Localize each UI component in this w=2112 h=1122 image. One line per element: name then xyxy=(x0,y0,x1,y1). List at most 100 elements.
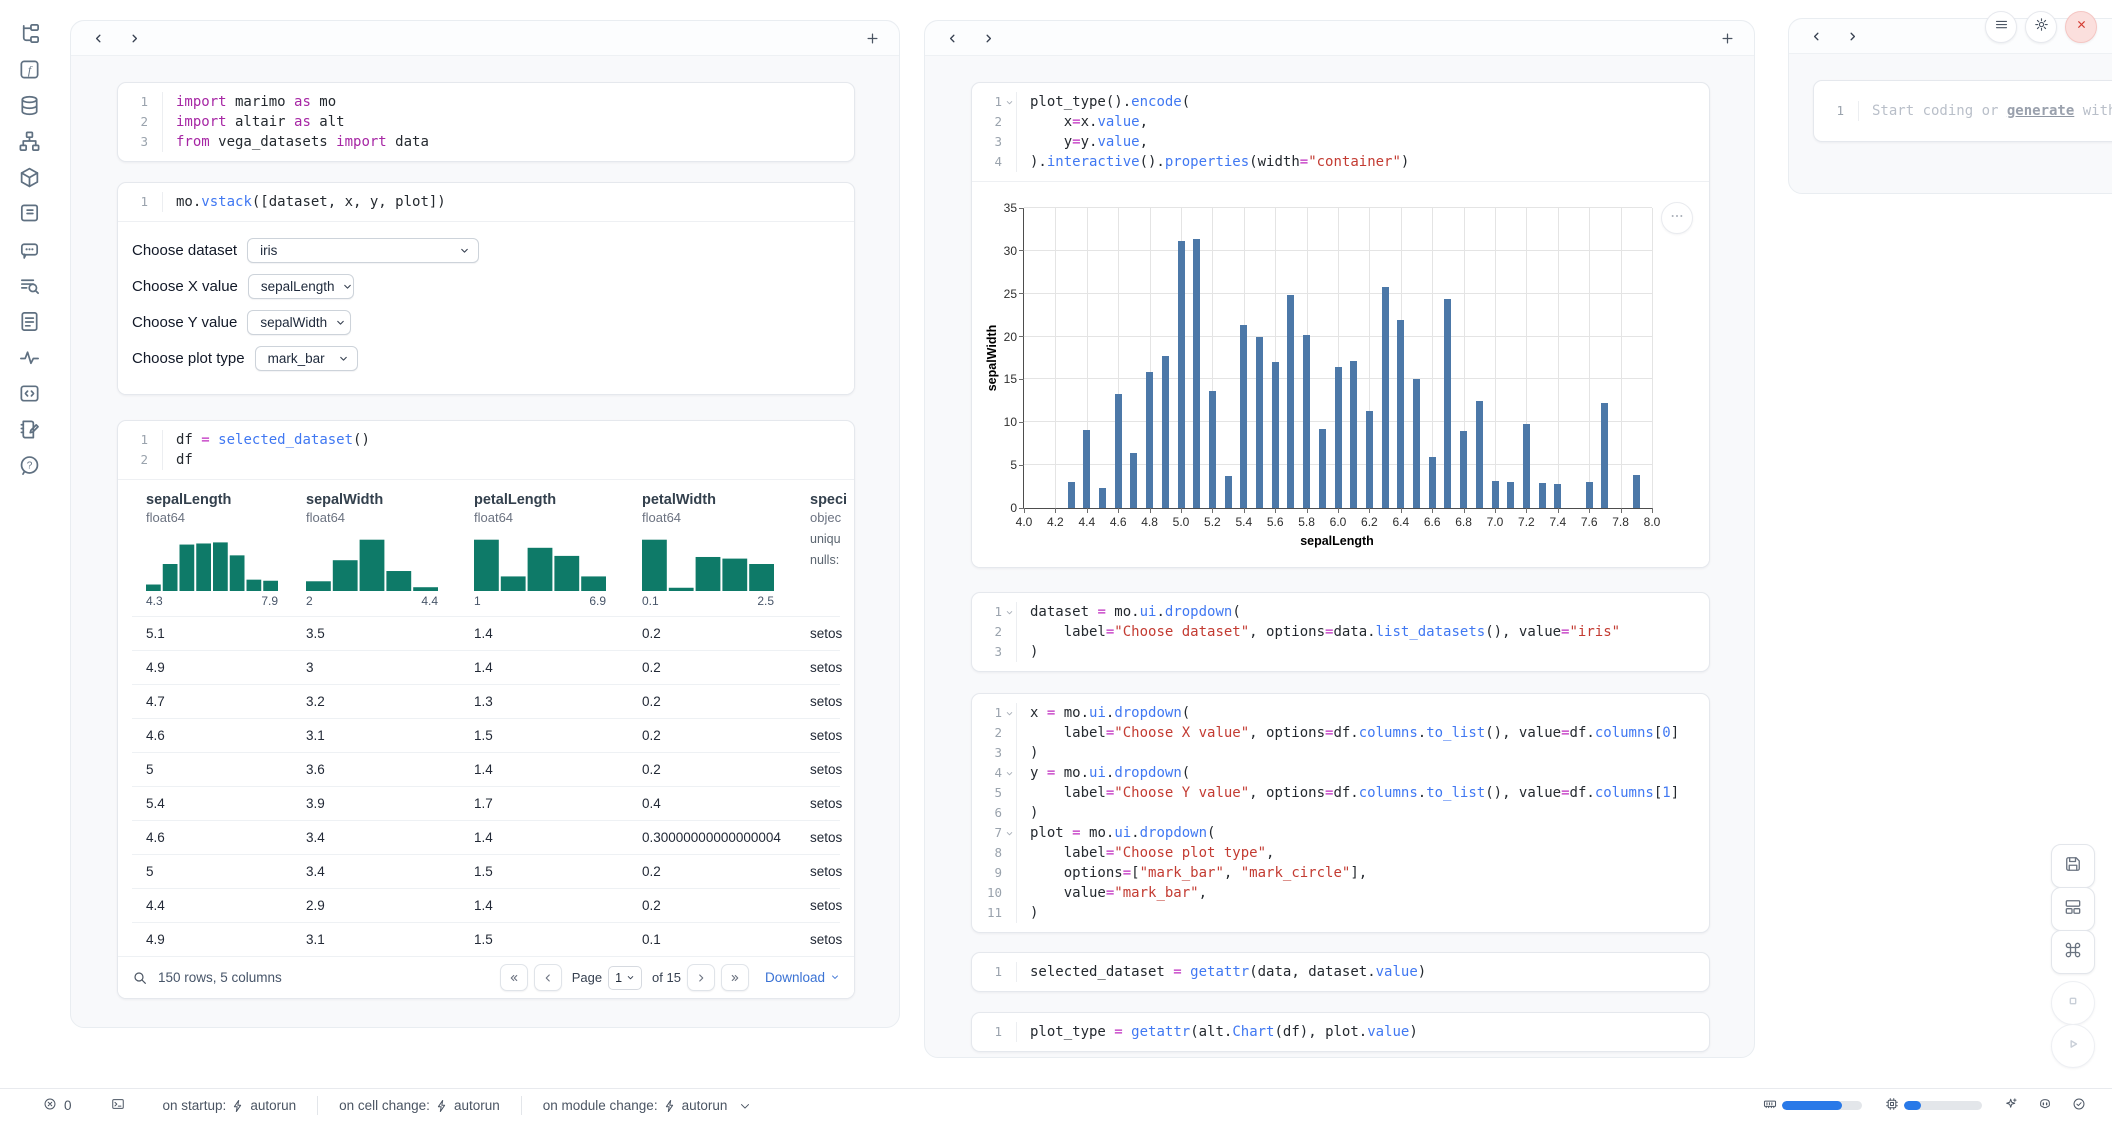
chart-bar[interactable] xyxy=(1146,372,1153,508)
chart-bar[interactable] xyxy=(1209,391,1216,508)
functions-icon[interactable]: f xyxy=(11,51,47,87)
chevron-right-icon[interactable] xyxy=(977,27,999,49)
errors-indicator[interactable]: 0 xyxy=(38,1097,72,1114)
run-button[interactable] xyxy=(2051,1024,2095,1068)
save-button[interactable] xyxy=(2051,844,2095,888)
fold-chevron-icon[interactable] xyxy=(1002,602,1016,622)
chart-bar[interactable] xyxy=(1256,337,1263,508)
code-editor[interactable]: 1df = selected_dataset()2df xyxy=(118,421,854,479)
chart-bar[interactable] xyxy=(1319,429,1326,508)
menu-button[interactable] xyxy=(1985,11,2017,43)
chart-bar[interactable] xyxy=(1162,356,1169,508)
fold-chevron-icon[interactable] xyxy=(1002,92,1016,112)
next-page-button[interactable] xyxy=(687,964,715,991)
chart-bar[interactable] xyxy=(1335,367,1342,508)
column-header-sepalLength[interactable]: sepalLengthfloat644.37.9 xyxy=(132,492,292,608)
chart-bar[interactable] xyxy=(1303,335,1310,508)
help-icon[interactable]: ? xyxy=(11,447,47,483)
chart-bar[interactable] xyxy=(1382,287,1389,508)
dropdown-0[interactable]: iris xyxy=(247,238,479,263)
chart-bar[interactable] xyxy=(1397,320,1404,508)
column-header-speci[interactable]: speciobjecuniqunulls: xyxy=(796,492,844,608)
chart-bar[interactable] xyxy=(1225,476,1232,508)
stop-button[interactable] xyxy=(2051,981,2095,1025)
dropdown-3[interactable]: mark_bar xyxy=(255,346,358,371)
download-button[interactable]: Download xyxy=(765,970,840,985)
chart-bar[interactable] xyxy=(1523,424,1530,508)
packages-icon[interactable] xyxy=(11,159,47,195)
column-header-sepalWidth[interactable]: sepalWidthfloat6424.4 xyxy=(292,492,460,608)
add-cell-icon[interactable] xyxy=(861,27,883,49)
copilot-button[interactable] xyxy=(2033,1097,2050,1114)
code-editor[interactable]: 1plot_type().encode(2 x=x.value,3 y=y.va… xyxy=(972,83,1709,181)
chart-bar[interactable] xyxy=(1460,431,1467,508)
dropdown-1[interactable]: sepalLength xyxy=(248,274,354,299)
runtime-config-1[interactable]: on cell change:autorun xyxy=(339,1098,500,1113)
chart-bar[interactable] xyxy=(1083,430,1090,508)
chart-menu-button[interactable] xyxy=(1661,202,1693,234)
keyboard-shortcuts-button[interactable] xyxy=(2051,930,2095,974)
generate-link[interactable]: generate xyxy=(2007,103,2074,119)
scratchpad-icon[interactable] xyxy=(11,411,47,447)
code-editor[interactable]: 1import marimo as mo2import altair as al… xyxy=(118,83,854,161)
column-header-petalWidth[interactable]: petalWidthfloat640.12.5 xyxy=(628,492,796,608)
chart-bar[interactable] xyxy=(1601,403,1608,508)
chart-plot-area[interactable]: 4.04.24.44.64.85.05.25.45.65.86.06.26.46… xyxy=(1023,208,1652,509)
code-editor[interactable]: 1plot_type = getattr(alt.Chart(df), plot… xyxy=(972,1013,1709,1051)
code-editor[interactable]: 1mo.vstack([dataset, x, y, plot]) xyxy=(118,183,854,221)
page-select[interactable]: 1 xyxy=(608,966,642,990)
documentation-icon[interactable] xyxy=(11,303,47,339)
chart-bar[interactable] xyxy=(1115,394,1122,508)
runtime-config-2[interactable]: on module change:autorun xyxy=(543,1098,758,1113)
code-editor-empty[interactable]: 1 Start coding or generate with xyxy=(1814,101,2112,121)
chevron-left-icon[interactable] xyxy=(87,27,109,49)
chart-bar[interactable] xyxy=(1492,481,1499,508)
dropdown-2[interactable]: sepalWidth xyxy=(247,310,351,335)
chart-bar[interactable] xyxy=(1287,295,1294,508)
fold-chevron-icon[interactable] xyxy=(1002,823,1016,843)
fold-chevron-icon[interactable] xyxy=(1002,763,1016,783)
scripts-icon[interactable] xyxy=(11,195,47,231)
tracing-icon[interactable] xyxy=(11,339,47,375)
search-icon[interactable] xyxy=(132,970,148,986)
snippets-icon[interactable] xyxy=(11,375,47,411)
check-circle-button[interactable] xyxy=(2067,1097,2084,1114)
chart-bar[interactable] xyxy=(1240,325,1247,508)
layout-button[interactable] xyxy=(2051,887,2095,931)
runtime-config-0[interactable]: on startup:autorun xyxy=(163,1098,297,1113)
chat-icon[interactable] xyxy=(11,231,47,267)
chart-bar[interactable] xyxy=(1444,299,1451,508)
prev-page-button[interactable] xyxy=(534,964,562,991)
database-icon[interactable] xyxy=(11,87,47,123)
chart-bar[interactable] xyxy=(1068,482,1075,508)
chart-bar[interactable] xyxy=(1476,401,1483,508)
code-editor[interactable]: 1selected_dataset = getattr(data, datase… xyxy=(972,953,1709,991)
chart-bar[interactable] xyxy=(1507,482,1514,508)
column-header-petalLength[interactable]: petalLengthfloat6416.9 xyxy=(460,492,628,608)
close-button[interactable] xyxy=(2065,11,2097,43)
chart-bar[interactable] xyxy=(1099,488,1106,508)
chart-bar[interactable] xyxy=(1539,483,1546,508)
first-page-button[interactable] xyxy=(500,964,528,991)
chevron-left-icon[interactable] xyxy=(941,27,963,49)
chart-bar[interactable] xyxy=(1350,361,1357,508)
chart-bar[interactable] xyxy=(1178,241,1185,508)
sparkles-button[interactable] xyxy=(1999,1097,2016,1114)
code-editor[interactable]: 1dataset = mo.ui.dropdown(2 label="Choos… xyxy=(972,593,1709,671)
chart-bar[interactable] xyxy=(1554,484,1561,508)
chart-bar[interactable] xyxy=(1193,239,1200,508)
chevron-right-icon[interactable] xyxy=(1841,25,1863,47)
chevron-right-icon[interactable] xyxy=(123,27,145,49)
terminal-button[interactable] xyxy=(106,1097,123,1114)
chart-bar[interactable] xyxy=(1429,457,1436,508)
add-cell-icon[interactable] xyxy=(1716,27,1738,49)
chart-bar[interactable] xyxy=(1633,475,1640,508)
chart-bar[interactable] xyxy=(1130,453,1137,508)
altair-bar-chart[interactable]: sepalWidth 4.04.24.44.64.85.05.25.45.65.… xyxy=(972,182,1709,567)
chart-bar[interactable] xyxy=(1586,482,1593,508)
chart-bar[interactable] xyxy=(1366,411,1373,508)
settings-button[interactable] xyxy=(2025,11,2057,43)
dependency-graph-icon[interactable] xyxy=(11,123,47,159)
chevron-left-icon[interactable] xyxy=(1805,25,1827,47)
chart-bar[interactable] xyxy=(1413,379,1420,508)
